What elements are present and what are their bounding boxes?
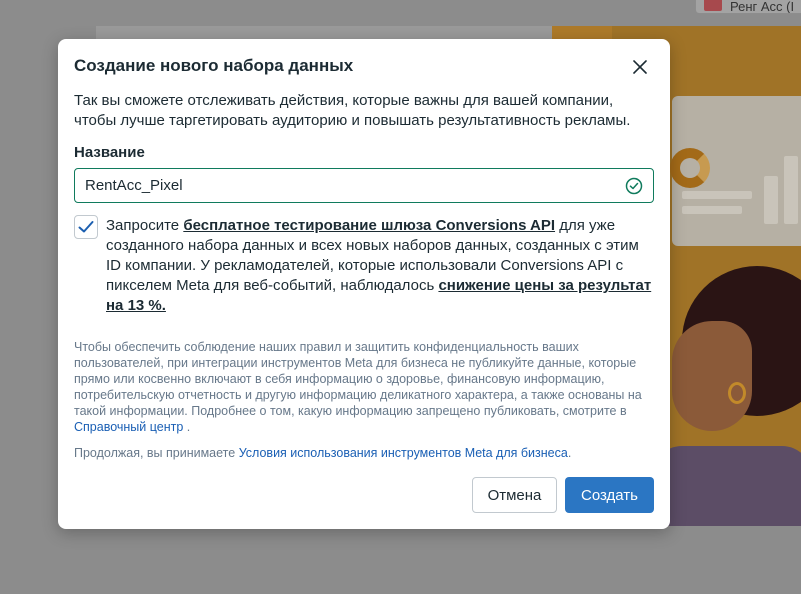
check-circle-icon	[625, 177, 643, 195]
help-center-link[interactable]: Справочный центр	[74, 420, 183, 434]
checkmark-icon	[78, 221, 94, 233]
dialog-title: Создание нового набора данных	[74, 56, 354, 75]
illustration-shirt	[652, 446, 801, 526]
create-dataset-dialog: Создание нового набора данных Так вы смо…	[58, 39, 670, 529]
close-icon	[633, 60, 647, 74]
name-label: Название	[74, 144, 145, 161]
privacy-notice: Чтобы обеспечить соблюдение наших правил…	[74, 340, 642, 434]
capi-test-text: Запросите бесплатное тестирование шлюза …	[106, 217, 652, 314]
name-input[interactable]	[85, 169, 605, 202]
dialog-description: Так вы сможете отслеживать действия, кот…	[74, 92, 631, 129]
create-button[interactable]: Создать	[565, 477, 654, 513]
illustration-face	[672, 321, 752, 431]
account-avatar	[704, 0, 722, 11]
name-field[interactable]	[74, 168, 654, 203]
background-account-pill: Ренг Асс (I	[695, 0, 801, 14]
terms-link[interactable]: Условия использования инструментов Meta …	[239, 446, 568, 460]
dialog-header: Создание нового набора данных	[74, 55, 654, 79]
cancel-button[interactable]: Отмена	[472, 477, 557, 513]
illustration-donut	[670, 148, 710, 188]
capi-test-checkbox[interactable]	[74, 215, 98, 239]
capi-test-link[interactable]: бесплатное тестирование шлюза Conversion…	[183, 217, 555, 234]
close-button[interactable]	[628, 55, 652, 79]
illustration-earring	[728, 382, 746, 404]
terms-notice: Продолжая, вы принимаете Условия использ…	[74, 446, 572, 460]
